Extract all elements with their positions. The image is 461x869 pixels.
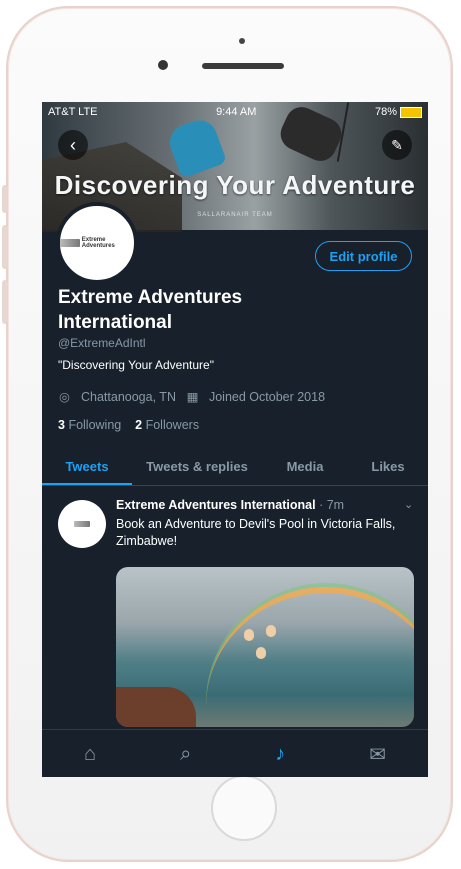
profile-name: Extreme Adventures International (58, 287, 243, 333)
profile-location: Chattanooga, TN (81, 389, 176, 404)
volume-up-button (2, 225, 8, 269)
tweet-time: · 7m (319, 498, 345, 512)
logo-mark (60, 239, 80, 247)
calendar-icon: ▦ (186, 390, 199, 404)
profile-joined: Joined October 2018 (208, 389, 326, 404)
tab-tweets[interactable]: Tweets (42, 449, 132, 485)
logo-mark-small (74, 521, 90, 527)
home-icon[interactable]: ⌂ (84, 743, 96, 766)
earpiece-speaker (202, 63, 284, 69)
status-bar: AT&T LTE 9:44 AM 78% (42, 104, 428, 120)
following-count: 3 (58, 418, 65, 432)
profile-tabs: Tweets Tweets & replies Media Likes (42, 449, 428, 486)
tweet-avatar[interactable] (58, 500, 106, 548)
tweet-header: Extreme Adventures International · 7m (116, 498, 344, 512)
back-button[interactable]: ‹ (58, 130, 88, 160)
carrier-label: AT&T LTE (48, 106, 98, 118)
sensor-dot (239, 38, 245, 44)
company-logo-small (74, 521, 90, 527)
chevron-down-icon[interactable]: ⌄ (404, 498, 413, 511)
tab-tweets-replies[interactable]: Tweets & replies (132, 449, 262, 485)
battery-status: 78% (375, 106, 422, 118)
home-button[interactable] (211, 775, 277, 841)
media-rainbow (206, 587, 414, 713)
profile-avatar[interactable]: Extreme Adventures (56, 202, 138, 284)
search-icon[interactable]: ⌕ (180, 743, 191, 766)
mute-switch (2, 185, 8, 213)
battery-percent: 78% (374, 106, 397, 118)
banner-title: Discovering Your Adventure (54, 170, 416, 200)
profile-bio: "Discovering Your Adventure" (58, 358, 214, 372)
tweet-media-image[interactable] (116, 567, 414, 727)
volume-down-button (2, 280, 8, 324)
profile-meta: ◎ Chattanooga, TN ▦ Joined October 2018 (58, 389, 326, 405)
notifications-bell-icon[interactable]: ♪ (275, 743, 285, 766)
followers-label: Followers (145, 418, 200, 432)
media-swimmer (244, 629, 254, 641)
app-screen: AT&T LTE 9:44 AM 78% ‹ ✎ Discovering You… (42, 102, 428, 777)
battery-icon (400, 106, 422, 118)
messages-mail-icon[interactable]: ✉ (369, 742, 386, 767)
tab-media[interactable]: Media (262, 449, 348, 485)
company-logo: Extreme Adventures (60, 237, 134, 249)
compose-button[interactable]: ✎ (382, 130, 412, 160)
tweet-text: Book an Adventure to Devil's Pool in Vic… (116, 517, 396, 548)
logo-text: Extreme Adventures (81, 237, 115, 249)
following-link[interactable]: 3 Following (58, 418, 121, 432)
profile-handle: @ExtremeAdIntl (58, 336, 146, 350)
tweet-author[interactable]: Extreme Adventures International (116, 498, 316, 512)
front-camera (158, 60, 168, 70)
media-swimmer (256, 647, 266, 659)
chevron-left-icon: ‹ (70, 134, 76, 155)
bottom-navigation: ⌂ ⌕ ♪ ✉ (42, 729, 428, 777)
location-pin-icon: ◎ (59, 390, 70, 404)
follow-stats: 3 Following 2 Followers (58, 418, 199, 432)
followers-count: 2 (135, 418, 143, 432)
media-swimmer (266, 625, 276, 637)
media-rocks (116, 687, 196, 727)
edit-profile-button[interactable]: Edit profile (315, 241, 412, 271)
clock: 9:44 AM (216, 106, 257, 118)
tab-likes[interactable]: Likes (348, 449, 428, 485)
following-label: Following (68, 418, 122, 432)
compose-icon: ✎ (391, 136, 403, 153)
followers-link[interactable]: 2 Followers (135, 418, 199, 432)
